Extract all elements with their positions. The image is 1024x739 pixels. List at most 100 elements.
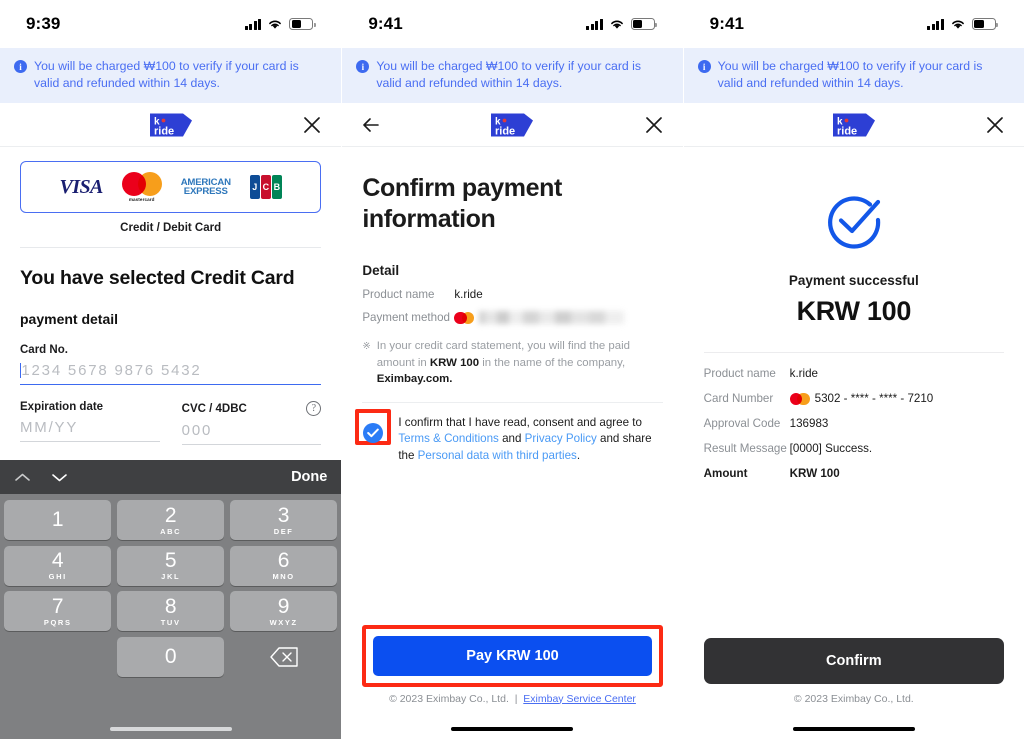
battery-icon (971, 18, 999, 30)
keyboard-done-button[interactable]: Done (291, 469, 327, 485)
check-circle-icon (827, 196, 880, 249)
pay-button[interactable]: Pay KRW 100 (373, 635, 652, 676)
cvc-label-row: CVC / 4DBC ? (182, 401, 322, 416)
home-indicator (109, 726, 232, 731)
phone-screen-confirm-payment: 9:41 i You will be charged ₩100 to verif… (341, 0, 683, 739)
key-9[interactable]: 9 WXYZ (229, 591, 338, 631)
app-header: k ride (342, 103, 683, 147)
cellular-signal-icon (244, 18, 262, 30)
receipt-value: 136983 (789, 417, 829, 431)
pay-button-highlight: Pay KRW 100 (362, 624, 663, 687)
phone-screen-payment-success: 9:41 i You will be charged ₩100 to verif… (682, 0, 1024, 739)
detail-key: Product name (362, 288, 435, 301)
chevron-up-icon[interactable] (14, 472, 31, 483)
back-button[interactable] (358, 112, 384, 138)
help-icon[interactable]: ? (306, 401, 322, 416)
phone-screen-card-entry: 9:39 i You will be charged ₩100 to verif… (0, 0, 342, 739)
close-button[interactable] (982, 112, 1008, 138)
footer-copyright: © 2023 Eximbay Co., Ltd. | Eximbay Servi… (362, 693, 662, 705)
key-4[interactable]: 4 GHI (4, 545, 112, 586)
close-button[interactable] (641, 112, 667, 138)
privacy-policy-link[interactable]: Privacy Policy (525, 432, 597, 445)
detail-row-product-name: Product name k.ride (362, 288, 662, 301)
card-number-label: Card No. (20, 344, 68, 356)
header-left-spacer (16, 112, 42, 138)
info-banner: i You will be charged ₩100 to verify if … (342, 48, 683, 103)
key-6[interactable]: 6 MNO (229, 545, 338, 586)
receipt-key: Approval Code (703, 417, 781, 431)
expiry-field[interactable]: Expiration date MM/YY (20, 401, 160, 445)
amex-logo: AMERICAN EXPRESS (181, 178, 231, 197)
section-label: payment detail (20, 311, 119, 327)
service-center-link[interactable]: Eximbay Service Center (523, 693, 636, 705)
confirm-button[interactable]: Confirm (703, 637, 1004, 684)
detail-value: k.ride (454, 288, 483, 301)
jcb-letter-b: B (271, 175, 282, 199)
receipt-details: Product name k.ride Card Number 5302 - *… (704, 367, 1004, 480)
receipt-row-card-number: Card Number 5302 - **** - **** - 7210 (703, 392, 1004, 406)
cvc-input[interactable]: 000 (181, 416, 322, 445)
key-3-letters: DEF (273, 526, 294, 536)
divider (703, 352, 1004, 353)
key-5[interactable]: 5 JKL (116, 545, 225, 586)
key-5-letters: JKL (161, 572, 181, 581)
key-7[interactable]: 7 PQRS (4, 591, 112, 631)
key-2[interactable]: 2 ABC (116, 500, 225, 540)
kride-logo: k ride (149, 113, 192, 137)
status-bar: 9:41 (683, 0, 1024, 48)
receipt-value: [0000] Success. (789, 442, 873, 456)
app-header: k ride (683, 103, 1024, 147)
receipt-value: KRW 100 (789, 467, 840, 481)
wifi-icon (610, 20, 623, 29)
close-button[interactable] (299, 112, 325, 138)
card-number-input[interactable]: 1234 5678 9876 5432 (20, 356, 322, 385)
info-banner-text: You will be charged ₩100 to verify if yo… (34, 59, 299, 90)
battery-icon (630, 18, 658, 30)
key-8[interactable]: 8 TUV (116, 591, 225, 631)
info-icon: i (356, 60, 370, 73)
keyboard-toolbar: Done (0, 460, 342, 494)
mastercard-icon (789, 392, 810, 406)
terms-conditions-link[interactable]: Terms & Conditions (398, 432, 499, 445)
key-3[interactable]: 3 DEF (229, 500, 338, 540)
key-blank (4, 637, 111, 677)
card-number-field[interactable]: Card No. 1234 5678 9876 5432 (20, 344, 322, 385)
expiry-input[interactable]: MM/YY (20, 413, 160, 442)
key-6-letters: MNO (272, 572, 295, 581)
expiry-cvc-row: Expiration date MM/YY CVC / 4DBC ? 000 (20, 401, 322, 445)
receipt-key: Product name (703, 367, 776, 380)
detail-section-title: Detail (362, 263, 400, 278)
keyboard-nav-arrows (14, 472, 68, 483)
back-arrow-icon (363, 117, 380, 132)
status-icons (927, 18, 999, 30)
status-clock: 9:41 (709, 14, 745, 33)
key-9-number: 9 (277, 594, 290, 618)
key-0[interactable]: 0 (116, 636, 225, 677)
divider (20, 247, 322, 248)
copyright-text: © 2023 Eximbay Co., Ltd. (389, 692, 509, 705)
receipt-key: Card Number (703, 392, 774, 406)
key-4-number: 4 (51, 549, 64, 572)
status-bar: 9:39 (0, 0, 342, 48)
kride-logo: k ride (491, 113, 534, 137)
keypad-grid: 1 2 ABC 3 DEF 4 GHI 5 JKL 6 MNO 7 PQRS 8 TUV 9W… (0, 494, 341, 681)
svg-text:ride: ride (495, 125, 515, 137)
page-title: You have selected Credit Card (20, 267, 295, 289)
cvc-field[interactable]: CVC / 4DBC ? 000 (181, 401, 322, 445)
key-1[interactable]: 1 (4, 500, 112, 540)
key-7-number: 7 (51, 594, 64, 618)
expiry-label: Expiration date (20, 401, 104, 413)
battery-icon (289, 18, 316, 30)
note-text: In your credit card statement, you will … (377, 338, 663, 388)
kride-logo: k ride (832, 113, 875, 137)
key-3-number: 3 (277, 503, 290, 527)
svg-text:ride: ride (837, 125, 857, 137)
key-backspace[interactable] (230, 637, 337, 677)
info-banner: i You will be charged ₩100 to verify if … (683, 48, 1024, 103)
close-icon (304, 116, 321, 133)
chevron-down-icon[interactable] (51, 472, 68, 483)
receipt-key: Amount (703, 467, 748, 481)
cvc-label: CVC / 4DBC (181, 402, 247, 415)
jcb-logo: J C B (249, 175, 282, 199)
personal-data-link[interactable]: Personal data with third parties (418, 449, 577, 462)
